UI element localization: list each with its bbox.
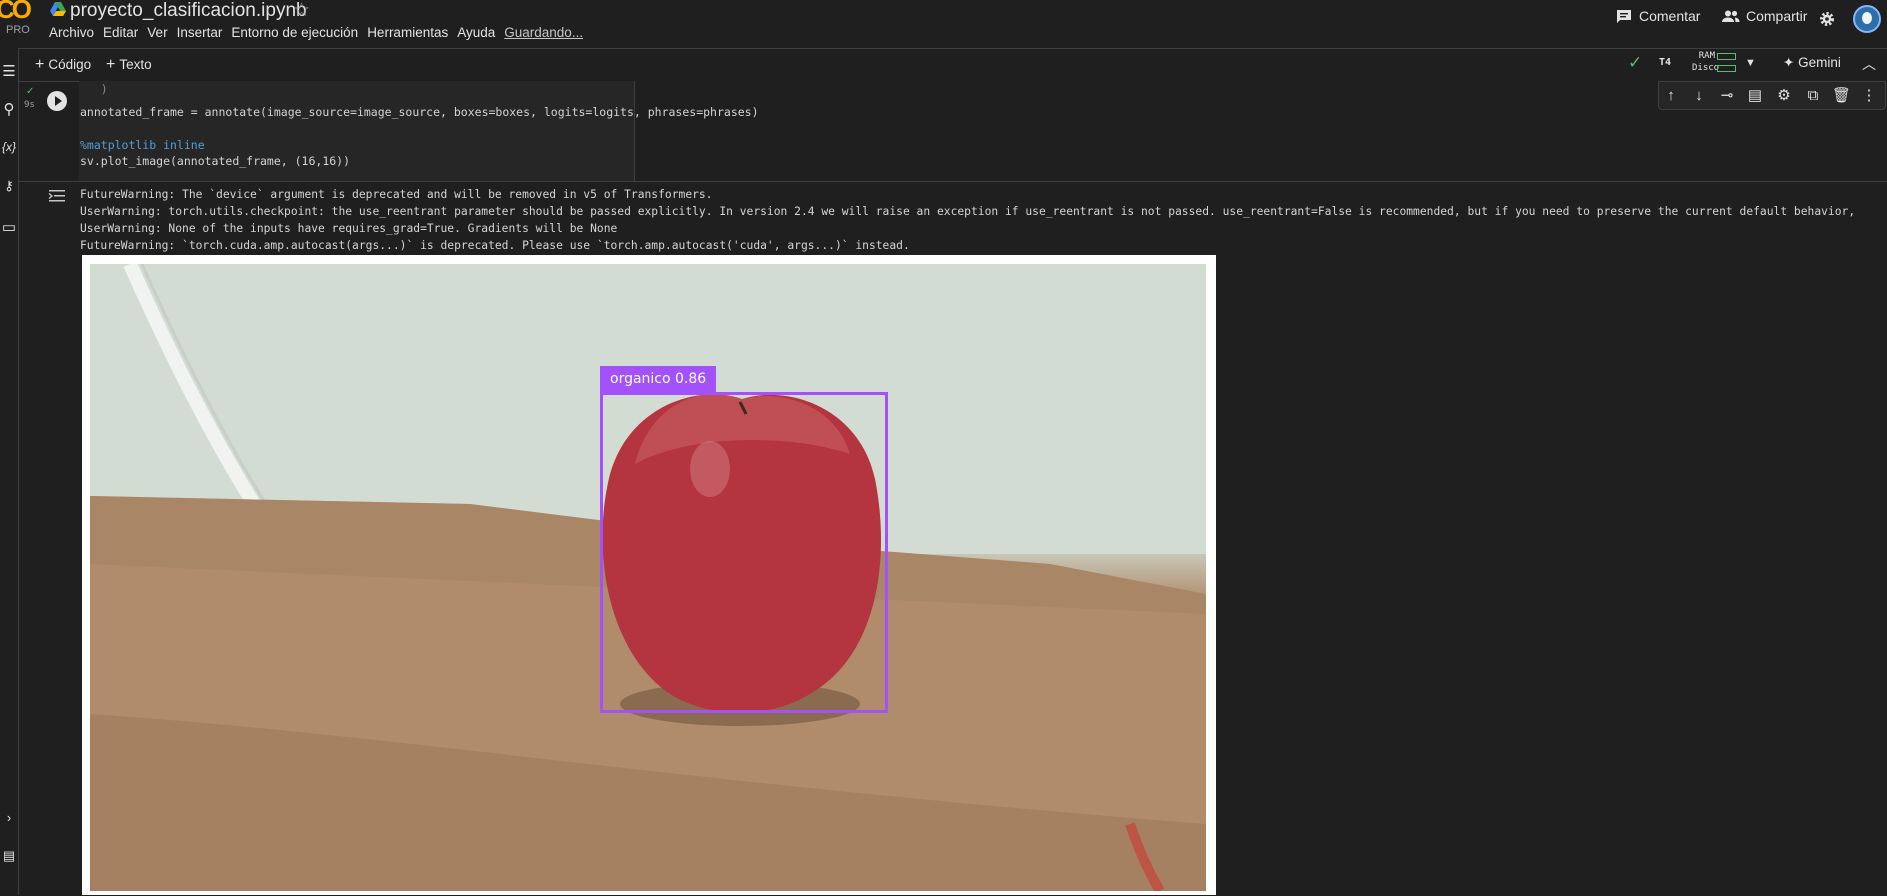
comment-icon [1617, 9, 1631, 23]
warning-line: UserWarning: None of the inputs have req… [80, 222, 618, 235]
logo-text: CO [0, 0, 32, 24]
comment-button[interactable]: Comentar [1616, 8, 1700, 24]
link-icon[interactable]: ⊸ [1718, 87, 1736, 105]
disk-label: Disco [1692, 63, 1720, 73]
settings-gear-icon[interactable] [1819, 11, 1835, 27]
notebook-toolbar: + Código + Texto [19, 48, 1887, 82]
star-icon[interactable]: ☆ [293, 0, 310, 22]
mirror-cell-icon[interactable]: ⧉ [1804, 87, 1822, 105]
menu-item-ayuda[interactable]: Ayuda [457, 25, 495, 40]
left-rail: ☰ ⚲ {x} ⚷ ▭ › ▤ [0, 48, 19, 895]
run-cell-button[interactable] [47, 91, 67, 111]
more-options-icon[interactable]: ⋮ [1860, 87, 1878, 105]
menu-item-entorno[interactable]: Entorno de ejecución [231, 25, 358, 40]
sparkle-icon: ✦ [1783, 55, 1799, 70]
menu-item-ver[interactable]: Ver [147, 25, 167, 40]
plus-icon: + [35, 56, 45, 73]
search-icon[interactable]: ⚲ [0, 100, 18, 118]
code-line-plot: sv.plot_image(annotated_frame, (16,16)) [80, 154, 351, 168]
magic-command: %matplotlib inline [80, 138, 205, 152]
code-line-cutoff: ) [80, 82, 108, 96]
menu-item-herramientas[interactable]: Herramientas [367, 25, 448, 40]
disk-usage-bar [1717, 65, 1736, 72]
ram-label: RAM [1698, 51, 1715, 61]
warning-line: UserWarning: torch.utils.checkpoint: the… [80, 205, 1856, 218]
move-down-icon[interactable]: ↓ [1690, 87, 1708, 105]
plus-icon: + [106, 56, 116, 73]
menu-item-editar[interactable]: Editar [103, 25, 138, 40]
code-snippets-icon[interactable]: › [0, 810, 18, 825]
annotated-photo: organico 0.86 [90, 264, 1206, 891]
execution-success-icon: ✓ [26, 86, 35, 97]
menu-icon[interactable]: ☰ [0, 62, 18, 80]
execution-time: 9s [24, 100, 35, 110]
files-folder-icon[interactable]: ▭ [0, 218, 18, 236]
output-actions-icon[interactable] [48, 188, 66, 204]
drive-icon[interactable] [50, 2, 66, 16]
code-line-magic: %matplotlib inline [80, 138, 205, 152]
menu-item-insertar[interactable]: Insertar [177, 25, 223, 40]
share-button[interactable]: Compartir [1721, 8, 1807, 24]
share-label: Compartir [1746, 8, 1808, 24]
notebook-file-name[interactable]: proyecto_clasificacion.ipynb [70, 0, 307, 22]
runtime-type: T4 [1659, 57, 1672, 68]
runtime-dropdown-icon[interactable]: ▼ [1745, 57, 1756, 69]
terminal-icon[interactable]: ▤ [0, 848, 18, 864]
detection-label: organico 0.86 [600, 366, 717, 392]
add-text-label: Texto [119, 57, 152, 72]
code-line-annotate: annotated_frame = annotate(image_source=… [80, 105, 759, 119]
user-avatar[interactable] [1853, 5, 1881, 33]
menu-item-archivo[interactable]: Archivo [49, 25, 94, 40]
variables-icon[interactable]: {x} [0, 140, 18, 154]
connected-check-icon: ✓ [1628, 53, 1643, 72]
editor-ruler [634, 81, 635, 181]
key-icon[interactable]: ⚷ [0, 178, 18, 194]
cell-toolbar: ↑ ↓ ⊸ ▤ ⚙ ⧉ 🗑 ⋮ [1658, 81, 1886, 110]
add-code-button[interactable]: + Código [35, 56, 91, 74]
gemini-label: Gemini [1798, 55, 1841, 70]
top-header: CO PRO proyecto_clasificacion.ipynb ☆ Ar… [0, 0, 1887, 48]
menu-bar: Archivo Editar Ver Insertar Entorno de e… [49, 25, 592, 40]
comment-label: Comentar [1639, 8, 1701, 24]
collapse-header-icon[interactable]: ︿ [1862, 54, 1876, 74]
add-code-label: Código [48, 57, 92, 72]
warning-line: FutureWarning: `torch.cuda.amp.autocast(… [80, 239, 910, 252]
ram-usage-bar [1717, 53, 1736, 60]
colab-logo[interactable]: CO PRO [0, 0, 36, 40]
plan-badge: PRO [6, 24, 30, 36]
gemini-button[interactable]: ✦ Gemini [1783, 55, 1841, 71]
cell-settings-gear-icon[interactable]: ⚙ [1775, 87, 1793, 105]
move-up-icon[interactable]: ↑ [1662, 87, 1680, 105]
delete-trash-icon[interactable]: 🗑 [1832, 87, 1851, 105]
people-icon [1722, 10, 1740, 22]
save-status[interactable]: Guardando... [504, 25, 583, 40]
detection-bounding-box [600, 392, 888, 713]
add-text-button[interactable]: + Texto [106, 56, 152, 74]
warning-line: FutureWarning: The `device` argument is … [80, 188, 713, 201]
comment-cell-icon[interactable]: ▤ [1746, 87, 1764, 105]
